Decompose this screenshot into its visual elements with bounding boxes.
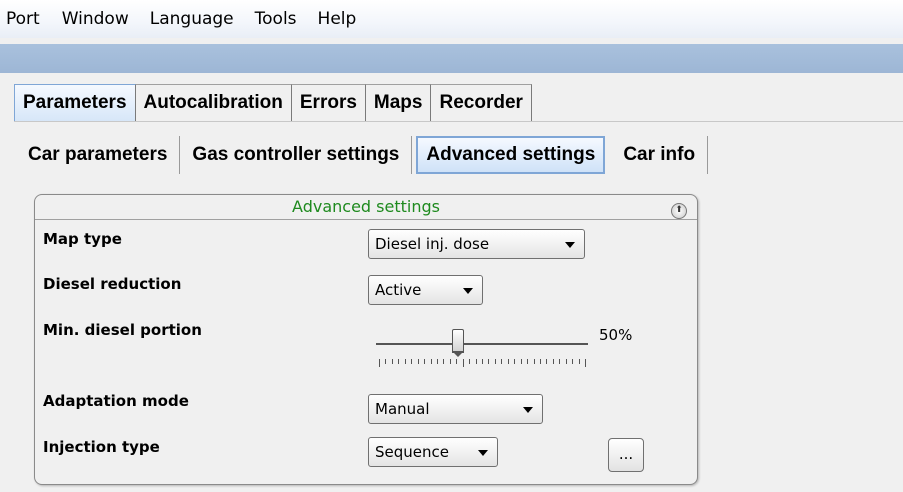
diesel-reduction-label: Diesel reduction: [43, 275, 182, 293]
slider-tick: [539, 359, 541, 364]
chevron-down-icon: [478, 450, 488, 456]
tab-maps[interactable]: Maps: [365, 84, 432, 122]
slider-tick: [494, 359, 496, 364]
menu-bar: Port Window Language Tools Help: [0, 0, 903, 38]
subtab-car-parameters[interactable]: Car parameters: [14, 136, 181, 174]
slider-tick: [456, 359, 458, 364]
chevron-down-icon: [565, 242, 575, 248]
slider-tick: [488, 359, 490, 364]
panel-title-divider: [35, 219, 697, 220]
advanced-settings-panel: Advanced settings ⬆ Map type Diesel inj.…: [34, 194, 698, 485]
slider-tick: [379, 359, 380, 367]
tab-parameters[interactable]: Parameters: [14, 84, 136, 122]
slider-tick: [501, 359, 503, 364]
min-diesel-portion-value: 50%: [599, 326, 633, 344]
adaptation-mode-select[interactable]: Manual: [368, 394, 543, 424]
slider-tick: [436, 359, 438, 364]
tab-autocalibration[interactable]: Autocalibration: [135, 84, 292, 122]
slider-tick: [585, 359, 586, 367]
slider-tick: [404, 359, 406, 364]
slider-tick: [578, 359, 580, 364]
min-diesel-portion-label: Min. diesel portion: [43, 321, 202, 339]
chevron-down-icon: [463, 288, 473, 294]
slider-tick: [391, 359, 393, 364]
slider-tick: [443, 359, 445, 364]
map-type-select[interactable]: Diesel inj. dose: [368, 229, 585, 259]
slider-tick: [417, 359, 419, 364]
slider-tick: [552, 359, 554, 364]
slider-tick: [424, 359, 426, 364]
subtab-car-info[interactable]: Car info: [611, 136, 709, 174]
title-strip: [0, 44, 903, 73]
slider-tick: [572, 359, 574, 364]
panel-title: Advanced settings: [292, 197, 440, 216]
menu-tools[interactable]: Tools: [248, 0, 297, 38]
slider-tick: [411, 359, 413, 364]
slider-tick: [449, 359, 451, 364]
map-type-label: Map type: [43, 230, 122, 248]
slider-tick: [565, 359, 567, 364]
slider-tick: [514, 359, 516, 364]
main-tabs: Parameters Autocalibration Errors Maps R…: [14, 84, 532, 122]
slider-tick: [520, 359, 522, 364]
more-options-button[interactable]: ...: [608, 438, 644, 472]
diesel-reduction-value: Active: [375, 281, 422, 299]
tab-recorder[interactable]: Recorder: [431, 84, 532, 122]
slider-tick: [559, 359, 561, 364]
menu-help[interactable]: Help: [311, 0, 357, 38]
slider-tick: [482, 359, 483, 364]
tab-errors[interactable]: Errors: [291, 84, 366, 122]
tabs-divider: [14, 121, 903, 122]
adaptation-mode-label: Adaptation mode: [43, 392, 189, 410]
diesel-reduction-select[interactable]: Active: [368, 275, 483, 305]
injection-type-select[interactable]: Sequence: [368, 437, 498, 467]
collapse-icon[interactable]: ⬆: [671, 203, 687, 219]
slider-thumb[interactable]: [452, 329, 465, 357]
map-type-value: Diesel inj. dose: [375, 235, 490, 253]
chevron-down-icon: [523, 407, 533, 413]
sub-tabs: Car parameters Gas controller settings A…: [14, 136, 709, 174]
injection-type-value: Sequence: [375, 443, 449, 461]
subtab-advanced-settings[interactable]: Advanced settings: [416, 136, 606, 174]
subtab-gas-controller-settings[interactable]: Gas controller settings: [180, 136, 413, 174]
slider-tick: [533, 359, 535, 364]
menu-port[interactable]: Port: [0, 0, 40, 38]
slider-tick: [430, 359, 432, 364]
slider-tick: [469, 359, 471, 364]
menu-language[interactable]: Language: [143, 0, 234, 38]
slider-tick: [527, 359, 529, 364]
menu-window[interactable]: Window: [55, 0, 129, 38]
slider-tick: [475, 359, 477, 364]
slider-ticks: [379, 359, 586, 367]
slider-tick: [507, 359, 509, 364]
slider-tick: [462, 359, 464, 367]
min-diesel-portion-slider[interactable]: [376, 343, 588, 345]
injection-type-label: Injection type: [43, 438, 160, 456]
slider-tick: [385, 359, 387, 364]
adaptation-mode-value: Manual: [375, 400, 430, 418]
slider-tick: [398, 359, 400, 364]
slider-tick: [546, 359, 548, 364]
